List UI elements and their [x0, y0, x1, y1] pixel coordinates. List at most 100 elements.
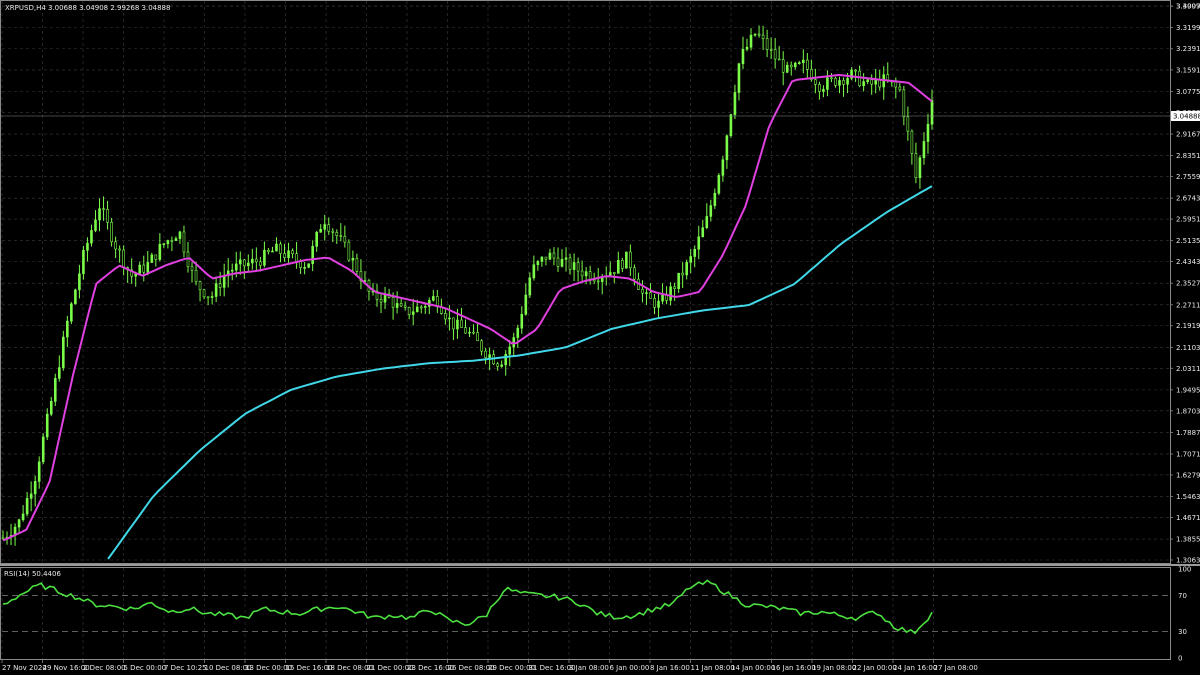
candle-body — [741, 49, 745, 65]
candle-body — [797, 62, 801, 64]
candle-body — [230, 269, 234, 272]
candle-body — [283, 253, 286, 258]
candle-body — [854, 69, 857, 72]
candle-body — [717, 175, 721, 194]
price-tag: 3.04888 — [1171, 111, 1200, 121]
candle-body — [110, 221, 113, 243]
candle-body — [568, 257, 572, 270]
rsi-header: RSI(14) 50.4406 — [4, 570, 61, 578]
candle-body — [697, 236, 701, 250]
candle-body — [830, 77, 833, 80]
candle-body — [806, 59, 809, 70]
candle-body — [729, 114, 733, 137]
candle-body — [773, 49, 777, 60]
candle-body — [86, 242, 89, 251]
price-axis-label: 2.11030 — [1176, 344, 1200, 352]
candle-body — [484, 350, 487, 358]
candle-body — [448, 317, 451, 320]
candle-body — [488, 354, 491, 358]
price-chart[interactable]: XRPUSD,H4 3.00688 3.04908 2.99268 3.0488… — [0, 0, 1200, 675]
price-axis-label: 1.38550 — [1176, 536, 1200, 544]
price-axis-label: 2.43430 — [1176, 258, 1200, 266]
candle-body — [633, 267, 636, 280]
candle-body — [580, 270, 584, 277]
candle-body — [584, 271, 588, 277]
time-axis-label: 7 Dec 10:25 — [164, 664, 207, 672]
candle-body — [33, 481, 37, 495]
candle-body — [190, 266, 194, 271]
candle-body — [206, 296, 210, 299]
candle-body — [661, 294, 664, 302]
candle-body — [669, 286, 672, 301]
candle-body — [842, 80, 845, 85]
price-axis-label: 1.54630 — [1176, 493, 1200, 501]
candle-body — [222, 275, 226, 288]
candle-body — [902, 89, 906, 118]
candle-body — [419, 306, 423, 309]
candle-body — [802, 59, 805, 63]
price-axis-label: 2.83510 — [1176, 152, 1200, 160]
candle-body — [311, 246, 314, 265]
candle-body — [263, 249, 266, 266]
candle-body — [657, 300, 660, 308]
candle-body — [641, 289, 644, 294]
candle-body — [391, 297, 395, 308]
candle-body — [58, 367, 61, 379]
candle-body — [335, 232, 339, 236]
candle-body — [866, 79, 869, 82]
candle-body — [556, 257, 560, 267]
candle-body — [154, 254, 158, 260]
candle-body — [182, 231, 186, 253]
candle-body — [411, 311, 415, 315]
candle-body — [102, 208, 105, 210]
time-axis-label: 24 Jan 16:00 — [893, 664, 937, 672]
candle-body — [82, 250, 85, 275]
candle-body — [536, 261, 540, 266]
symbol-header: XRPUSD,H4 3.00688 3.04908 2.99268 3.0488… — [5, 4, 170, 12]
candle-body — [460, 319, 463, 328]
time-axis-label: 3 Jan 08:00 — [569, 664, 609, 672]
price-tag-label: 3.04888 — [1173, 113, 1200, 121]
candle-body — [259, 261, 262, 266]
candle-body — [339, 235, 343, 237]
candle-body — [480, 340, 483, 352]
candle-body — [399, 303, 403, 307]
candle-body — [588, 271, 592, 280]
candle-body — [242, 259, 246, 267]
candle-body — [210, 296, 214, 298]
candle-body — [379, 299, 383, 303]
price-axis-label: 2.19190 — [1176, 322, 1200, 330]
time-axis-label: 14 Jan 00:00 — [731, 664, 775, 672]
candle-body — [198, 281, 202, 291]
candle-body — [653, 298, 656, 308]
price-axis-label: 1.94950 — [1176, 386, 1200, 394]
candle-body — [395, 303, 399, 308]
candle-body — [629, 251, 632, 269]
candle-body — [307, 263, 310, 268]
candle-body — [532, 264, 536, 279]
candle-body — [705, 216, 709, 228]
candle-body — [251, 258, 254, 264]
candle-body — [617, 260, 620, 274]
candle-body — [456, 319, 459, 330]
candle-body — [291, 250, 294, 255]
candle-body — [528, 277, 532, 296]
candle-body — [685, 262, 688, 276]
candle-body — [106, 209, 109, 223]
candle-body — [343, 235, 347, 243]
candle-body — [576, 262, 580, 272]
time-axis-label: 8 Jan 16:00 — [650, 664, 690, 672]
candle-body — [29, 493, 33, 499]
candle-body — [142, 264, 146, 273]
candle-body — [793, 62, 797, 68]
candle-body — [838, 80, 841, 86]
candle-body — [552, 252, 556, 259]
candle-body — [78, 273, 81, 291]
candle-body — [415, 306, 419, 313]
time-axis-label: 6 Jan 00:00 — [610, 664, 650, 672]
candle-body — [234, 263, 238, 271]
price-axis-label: 1.78870 — [1176, 429, 1200, 437]
time-axis-label: 27 Jan 08:00 — [934, 664, 978, 672]
candle-body — [858, 70, 861, 87]
price-axis-label: 2.03110 — [1176, 365, 1200, 373]
